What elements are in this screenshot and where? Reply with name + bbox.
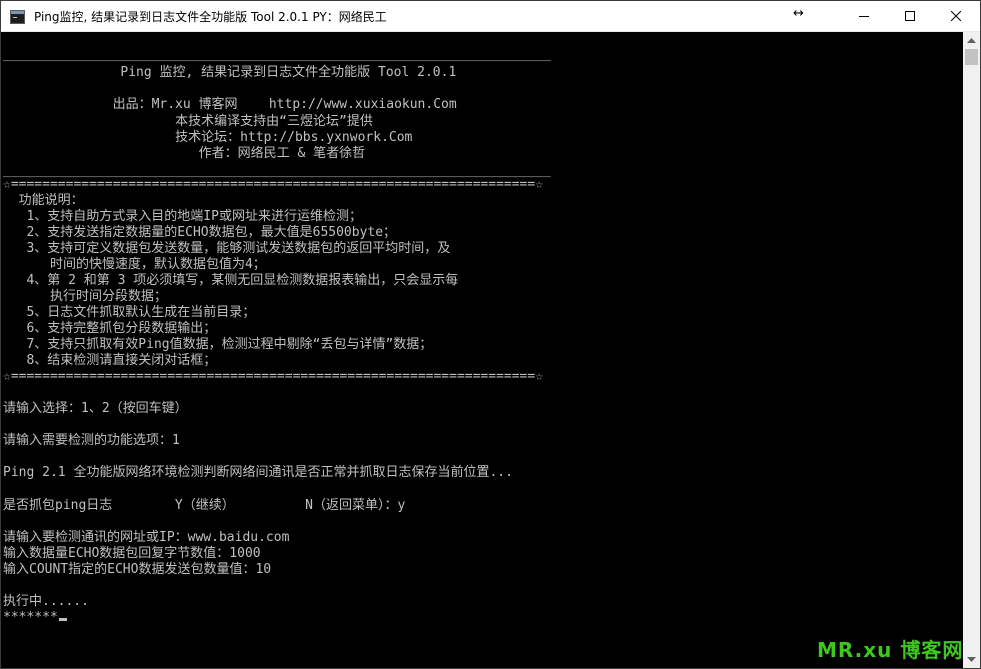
console-line: 2、支持发送指定数据量的ECHO数据包，最大值是65500byte； — [3, 225, 397, 240]
scroll-down-arrow-icon[interactable] — [963, 651, 980, 668]
console-output[interactable]: ________________________________________… — [1, 32, 963, 668]
console-line: ☆=======================================… — [3, 369, 544, 384]
close-button[interactable] — [933, 1, 979, 31]
console-line: 8、结束检测请直接关闭对话框； — [3, 353, 217, 368]
console-line: 1、支持自助方式录入目的地端IP或网址来进行运维检测； — [3, 209, 362, 224]
console-line: 6、支持完整抓包分段数据输出； — [3, 321, 217, 336]
console-line: 是否抓包ping日志 Y（继续） N（返回菜单）：y — [3, 498, 406, 513]
console-window: Ping监控, 结果记录到日志文件全功能版 Tool 2.0.1 PY：网络民工… — [0, 0, 981, 669]
close-icon — [951, 11, 961, 21]
console-line: 执行时间分段数据； — [3, 289, 167, 304]
maximize-icon — [905, 11, 915, 21]
resize-arrow-icon: ↔ — [793, 6, 804, 21]
console-line: 输入数据量ECHO数据包回复字节数值：1000 — [3, 546, 261, 561]
console-line: 7、支持只抓取有效Ping值数据，检测过程中剔除“丢包与详情”数据； — [3, 337, 433, 352]
maximize-button[interactable] — [887, 1, 933, 31]
console-line: 执行中...... — [3, 594, 89, 609]
console-line: 出品：Mr.xu 博客网 http://www.xuxiaokun.Com — [3, 97, 457, 112]
console-line-text: ******* — [3, 610, 58, 625]
console-icon — [10, 9, 25, 24]
console-line: 请输入需要检测的功能选项：1 — [3, 433, 180, 448]
window-title: Ping监控, 结果记录到日志文件全功能版 Tool 2.0.1 PY：网络民工 — [34, 10, 387, 24]
console-line: 本技术编译支持由“三煜论坛”提供 — [3, 114, 373, 129]
console-line: 作者：网络民工 & 笔者徐哲 — [3, 146, 366, 161]
console-line: 4、第 2 和第 3 项必须填写，某侧无回显检测数据报表输出，只会显示每 — [3, 273, 459, 288]
text-cursor — [58, 618, 67, 621]
console-line: ******* — [3, 610, 67, 626]
console-line: 功能说明： — [3, 193, 84, 208]
console-line: 技术论坛：http://bbs.yxnwork.Com — [3, 130, 413, 145]
scrollbar-thumb[interactable] — [965, 49, 978, 65]
console-line: Ping 2.1 全功能版网络环境检测判断网络间通讯是否正常并抓取日志保存当前位… — [3, 465, 513, 480]
console-line: 请输入要检测通讯的网址或IP：www.baidu.com — [3, 530, 290, 545]
console-line: ☆=======================================… — [3, 177, 544, 192]
title-bar[interactable]: Ping监控, 结果记录到日志文件全功能版 Tool 2.0.1 PY：网络民工… — [1, 1, 980, 32]
watermark-logo: MR.xu 博客网 — [817, 638, 964, 662]
console-line: 5、日志文件抓取默认生成在当前目录； — [3, 305, 256, 320]
minimize-icon — [859, 16, 869, 17]
console-line: 输入COUNT指定的ECHO数据发送包数量值：10 — [3, 562, 272, 577]
vertical-scrollbar[interactable] — [963, 32, 980, 668]
console-line: ________________________________________… — [3, 47, 551, 62]
console-line: 3、支持可定义数据包发送数量，能够测试发送数据包的返回平均时间，及 — [3, 241, 451, 256]
console-line: Ping 监控, 结果记录到日志文件全功能版 Tool 2.0.1 — [3, 65, 457, 80]
scroll-up-arrow-icon[interactable] — [963, 32, 980, 49]
minimize-button[interactable] — [841, 1, 887, 31]
console-line: 请输入选择：1、2（按回车键） — [3, 401, 188, 416]
console-line: 时间的快慢速度，默认数据包值为4； — [3, 257, 266, 272]
